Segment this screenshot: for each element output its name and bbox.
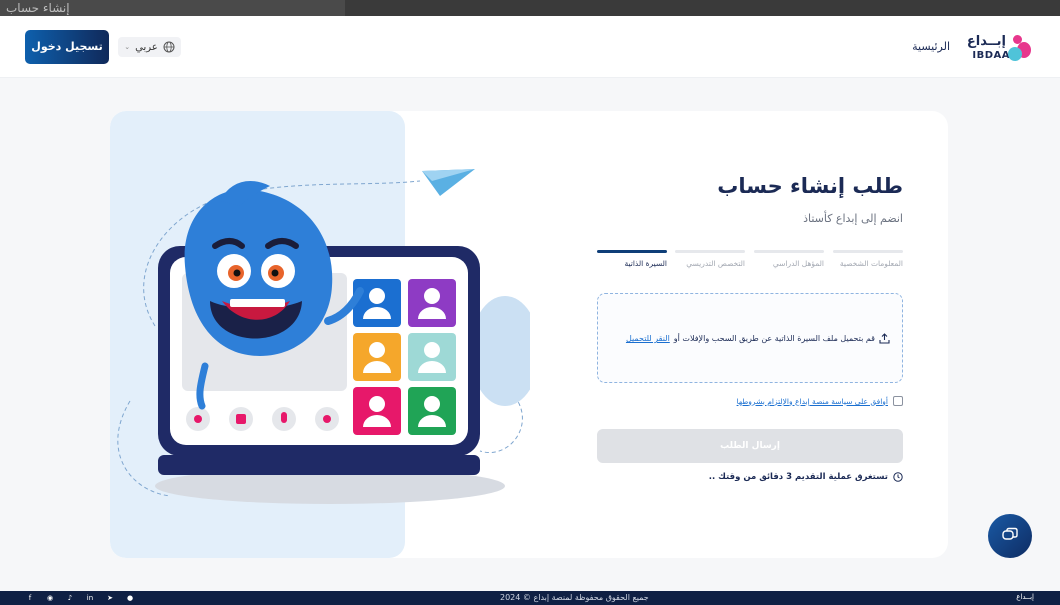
- page-title: طلب إنشاء حساب: [717, 174, 903, 198]
- globe-icon: [163, 41, 175, 53]
- browser-tab[interactable]: إنشاء حساب: [0, 0, 345, 16]
- login-button[interactable]: تسجيل دخول: [25, 30, 109, 64]
- ibdaa-logo[interactable]: إبــداع IBDAA: [966, 33, 1034, 65]
- chat-support-button[interactable]: [988, 514, 1032, 558]
- cv-upload-dropzone[interactable]: قم بتحميل ملف السيرة الذاتية عن طريق الس…: [597, 293, 903, 383]
- site-header: إبــداع IBDAA الرئيسية عربي ⌄ تسجيل دخول: [0, 16, 1060, 78]
- instagram-icon[interactable]: ◉: [46, 594, 54, 602]
- step-label: السيرة الذاتية: [624, 259, 667, 268]
- upload-click-link[interactable]: النقر للتحميل: [626, 334, 670, 343]
- telegram-icon[interactable]: ➤: [106, 594, 114, 602]
- upload-text: قم بتحميل ملف السيرة الذاتية عن طريق الس…: [673, 334, 875, 343]
- step-cv[interactable]: السيرة الذاتية: [597, 250, 667, 268]
- copyright-text: جميع الحقوق محفوظة لمنصة إبداع © 2024: [500, 593, 649, 602]
- timing-text: تستغرق عملية التقديم 3 دقائق من وقتك ..: [708, 472, 888, 482]
- logo-mark-cyan: [1008, 47, 1022, 61]
- upload-icon: [879, 333, 890, 344]
- mascot-laptop-illustration: [117, 169, 530, 504]
- timing-note: تستغرق عملية التقديم 3 دقائق من وقتك ..: [709, 472, 903, 482]
- social-links: f ◉ ♪ in ➤ ●: [26, 594, 134, 602]
- upload-instructions: قم بتحميل ملف السيرة الذاتية عن طريق الس…: [626, 333, 890, 344]
- language-select[interactable]: عربي ⌄: [118, 37, 181, 57]
- terms-link[interactable]: أوافق على سياسة منصة إبداع والإلتزام بشر…: [737, 397, 888, 406]
- chevron-down-icon: ⌄: [124, 43, 131, 51]
- whatsapp-icon[interactable]: ●: [126, 594, 134, 602]
- terms-agreement: أوافق على سياسة منصة إبداع والإلتزام بشر…: [737, 396, 903, 406]
- tab-title: إنشاء حساب: [6, 1, 70, 15]
- terms-checkbox[interactable]: [893, 396, 903, 406]
- step-label: المعلومات الشخصية: [839, 259, 903, 268]
- step-bar: [597, 250, 667, 253]
- footer-logo: إبــداع: [1016, 593, 1034, 601]
- step-qualification[interactable]: المؤهل الدراسي: [754, 250, 824, 268]
- step-label: المؤهل الدراسي: [772, 259, 824, 268]
- logo-english: IBDAA: [972, 50, 1010, 61]
- language-label: عربي: [135, 41, 158, 53]
- step-bar: [833, 250, 903, 253]
- linkedin-icon[interactable]: in: [86, 594, 94, 602]
- step-bar: [754, 250, 824, 253]
- submit-button[interactable]: إرسال الطلب: [597, 429, 903, 463]
- site-footer: f ◉ ♪ in ➤ ● جميع الحقوق محفوظة لمنصة إب…: [0, 591, 1060, 605]
- nav-home-link[interactable]: الرئيسية: [912, 40, 950, 53]
- page-subtitle: انضم إلى إبداع كأستاذ: [803, 212, 903, 225]
- step-label: التخصص التدريسي: [686, 259, 745, 268]
- progress-steps: المعلومات الشخصية المؤهل الدراسي التخصص …: [597, 250, 903, 276]
- tiktok-icon[interactable]: ♪: [66, 594, 74, 602]
- signup-card: طلب إنشاء حساب انضم إلى إبداع كأستاذ الم…: [110, 111, 948, 558]
- step-specialization[interactable]: التخصص التدريسي: [675, 250, 745, 268]
- logo-arabic: إبــداع: [966, 34, 1006, 49]
- step-personal-info[interactable]: المعلومات الشخصية: [833, 250, 903, 268]
- chat-icon: [1002, 527, 1018, 540]
- step-bar: [675, 250, 745, 253]
- clock-icon: [893, 472, 903, 482]
- facebook-icon[interactable]: f: [26, 594, 34, 602]
